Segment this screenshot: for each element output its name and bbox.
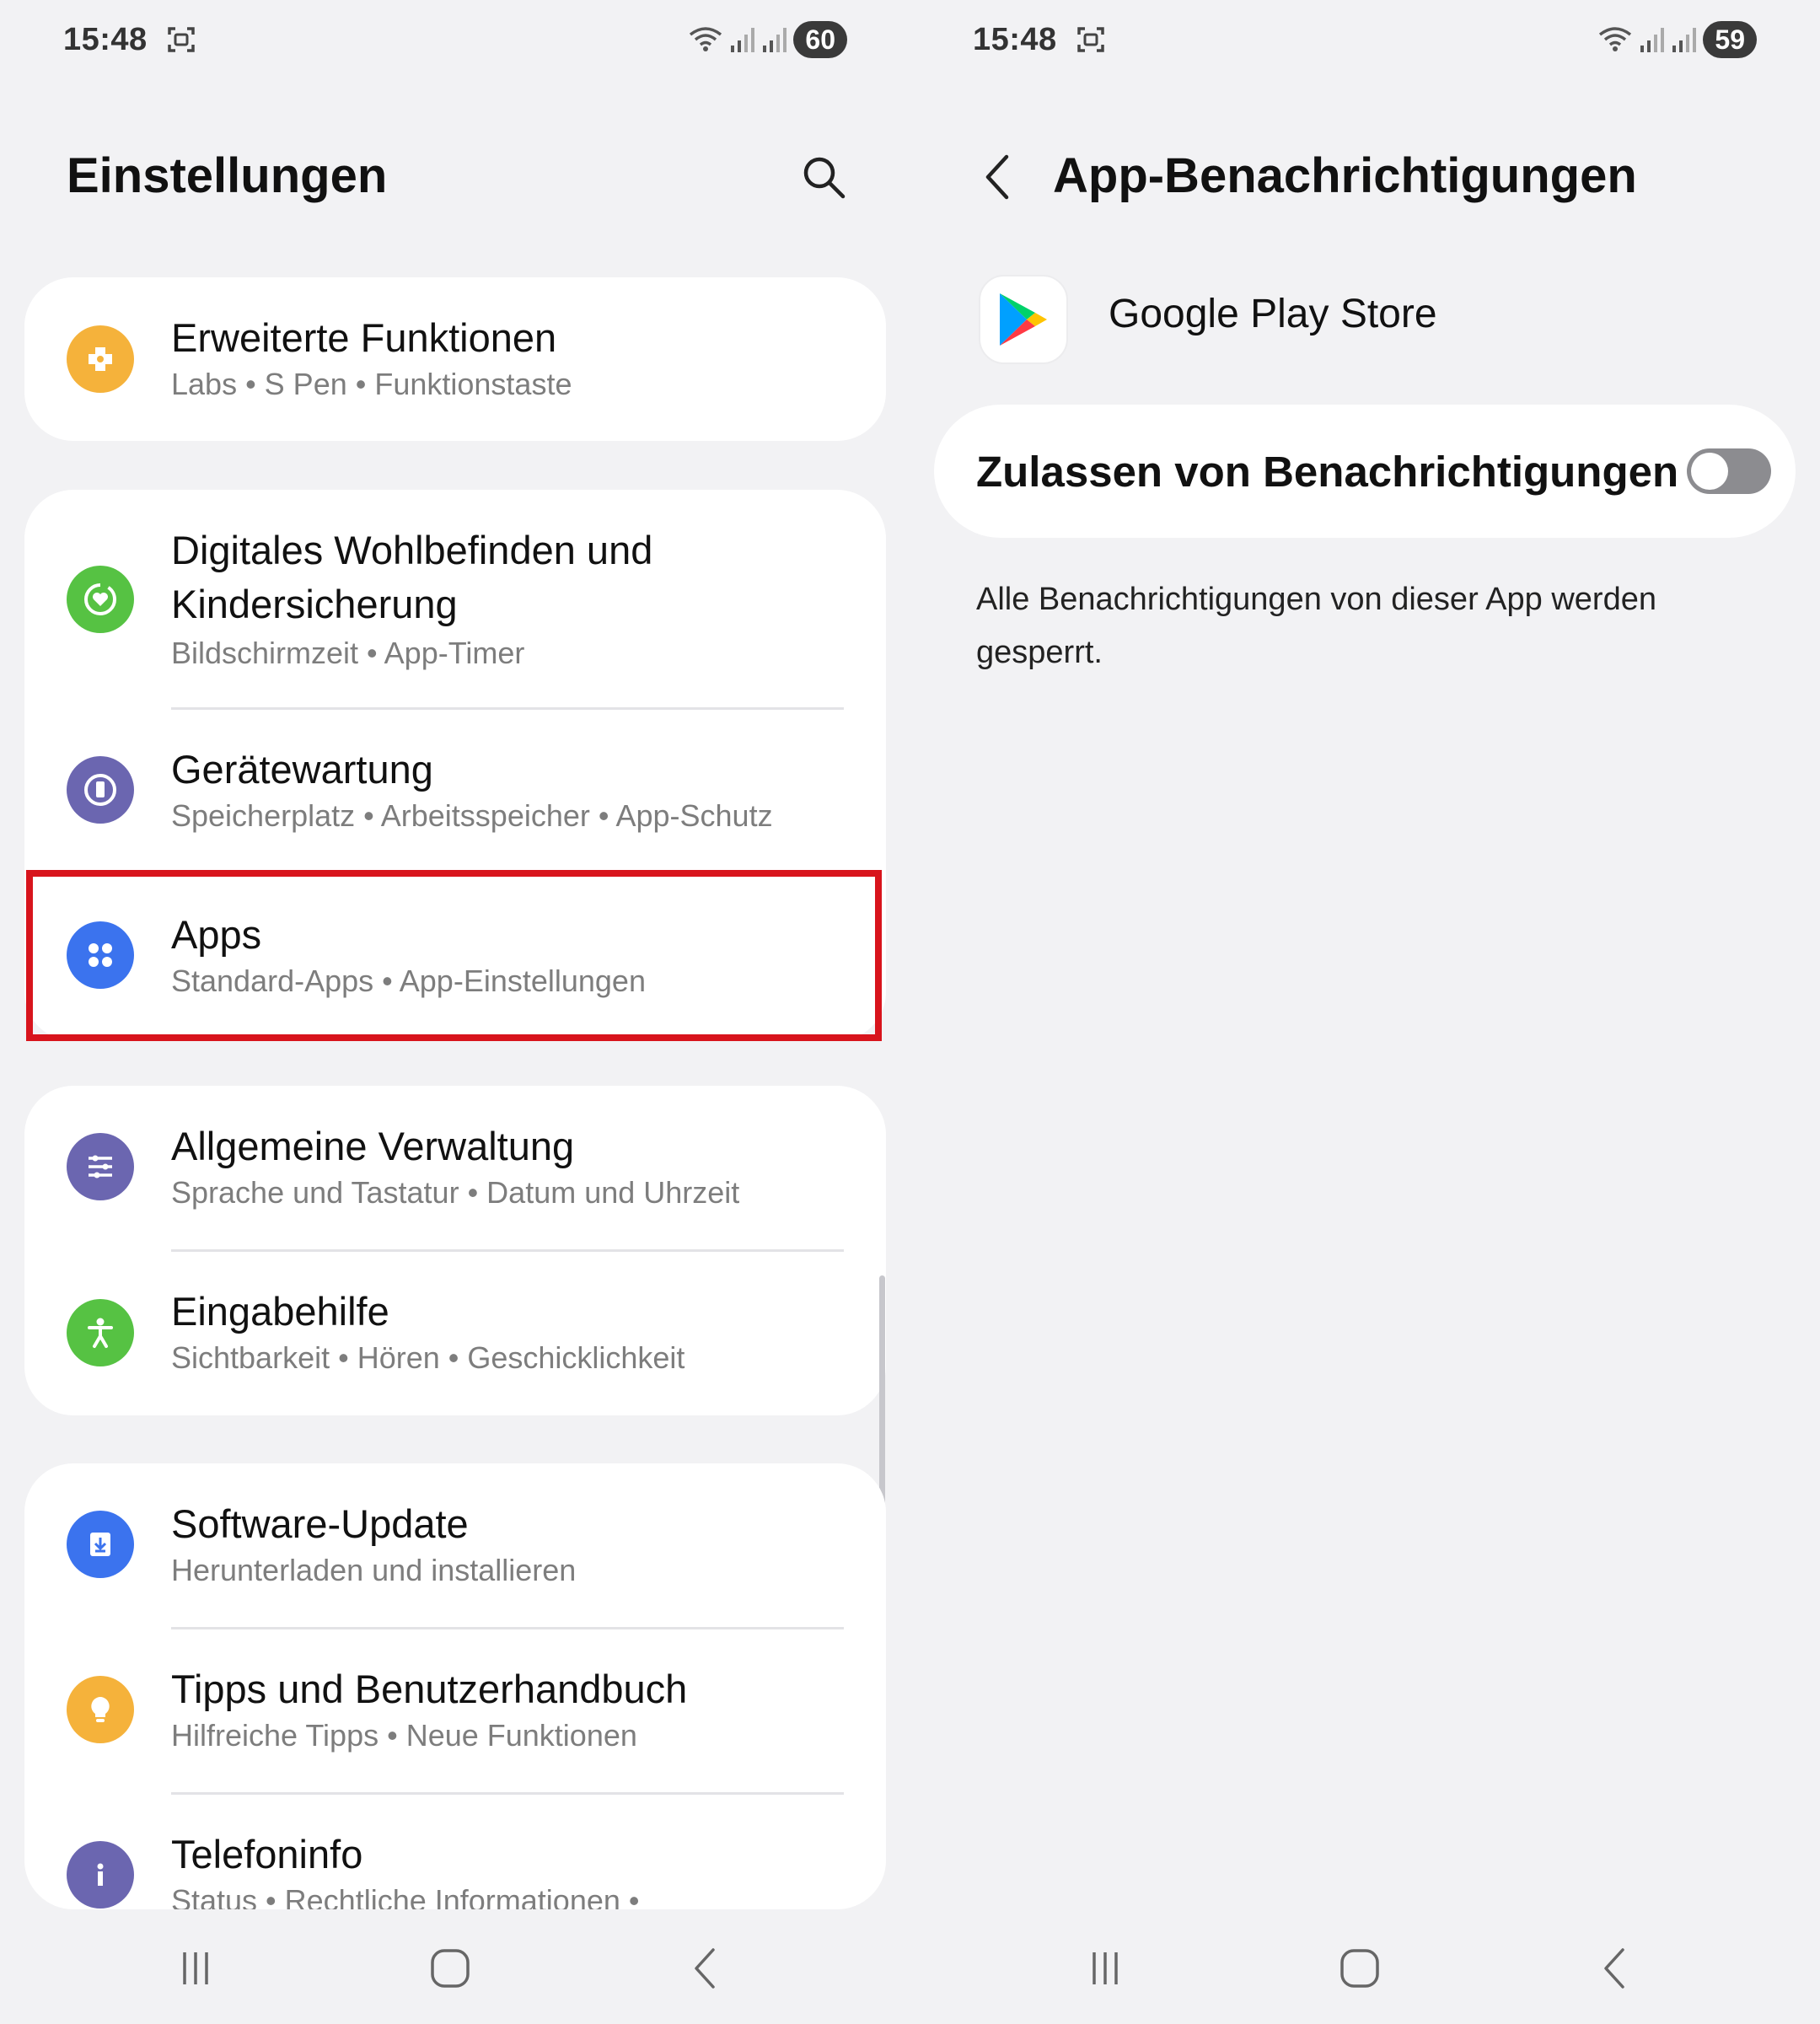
screenshot-icon	[167, 27, 195, 52]
item-subtitle: Hilfreiche Tipps • Neue Funktionen	[171, 1718, 637, 1753]
highlight-box	[26, 870, 882, 1041]
settings-screen: 15:48 60 Einstellungen Erweiterte Funkti…	[0, 0, 910, 2024]
item-title: Allgemeine Verwaltung	[171, 1124, 575, 1168]
back-nav-button[interactable]	[1581, 1935, 1648, 2002]
signal-icon	[1640, 28, 1665, 52]
settings-item-accessibility[interactable]: Eingabehilfe Sichtbarkeit • Hören • Gesc…	[24, 1251, 886, 1415]
home-button[interactable]	[416, 1935, 484, 2002]
accessibility-icon	[67, 1299, 134, 1366]
item-title: Gerätewartung	[171, 747, 433, 792]
item-subtitle: Speicherplatz • Arbeitsspeicher • App-Sc…	[171, 798, 773, 833]
navigation-bar	[910, 1935, 1820, 2002]
item-subtitle: Status • Rechtliche Informationen •	[171, 1883, 640, 1909]
signal-icon-2	[763, 28, 787, 52]
page-title: App-Benachrichtigungen	[1053, 148, 1637, 203]
status-bar: 15:48 59	[973, 19, 1786, 61]
item-title: Erweiterte Funktionen	[171, 315, 557, 360]
home-button[interactable]	[1326, 1935, 1393, 2002]
recents-icon	[1093, 1952, 1118, 1984]
wifi-icon	[1599, 27, 1632, 51]
device-care-icon	[67, 756, 134, 824]
notification-description: Alle Benachrichtigungen von dieser App w…	[976, 582, 1656, 670]
item-subtitle: Sprache und Tastatur • Datum und Uhrzeit	[171, 1175, 740, 1210]
item-title: Tipps und Benutzerhandbuch	[171, 1667, 688, 1711]
toggle-label: Zulassen von Benachrichtigungen	[976, 448, 1679, 496]
settings-item-advanced-features[interactable]: Erweiterte Funktionen Labs • S Pen • Fun…	[24, 277, 886, 441]
allow-notifications-row[interactable]: Zulassen von Benachrichtigungen	[934, 405, 1796, 538]
home-icon	[431, 1949, 470, 1988]
item-title: Telefoninfo	[171, 1832, 363, 1876]
settings-item-phone-info[interactable]: Telefoninfo Status • Rechtliche Informat…	[24, 1794, 886, 1909]
search-button[interactable]	[797, 150, 851, 204]
settings-group-3: Allgemeine Verwaltung Sprache und Tastat…	[24, 1086, 886, 1415]
recents-button[interactable]	[162, 1935, 229, 2002]
back-nav-button[interactable]	[671, 1935, 738, 2002]
page-title: Einstellungen	[67, 148, 388, 203]
app-notifications-screen: 15:48 59 App-Benachrichtigungen Google P…	[910, 0, 1820, 2024]
settings-item-software-update[interactable]: Software-Update Herunterladen und instal…	[24, 1463, 886, 1629]
search-icon	[803, 157, 846, 199]
digital-wellbeing-icon	[67, 566, 134, 633]
back-button[interactable]	[973, 148, 1023, 207]
settings-item-digital-wellbeing[interactable]: Digitales Wohlbefinden und Kindersicheru…	[24, 490, 886, 710]
settings-item-device-care[interactable]: Gerätewartung Speicherplatz • Arbeitsspe…	[24, 709, 886, 874]
back-nav-icon	[1604, 1948, 1624, 1989]
software-update-icon	[67, 1511, 134, 1578]
chevron-left-icon	[985, 154, 1009, 200]
general-management-icon	[67, 1133, 134, 1200]
settings-item-general-management[interactable]: Allgemeine Verwaltung Sprache und Tastat…	[24, 1086, 886, 1252]
settings-group-1: Erweiterte Funktionen Labs • S Pen • Fun…	[24, 277, 886, 441]
back-nav-icon	[695, 1948, 715, 1989]
settings-group-4: Software-Update Herunterladen und instal…	[24, 1463, 886, 1909]
item-title: Eingabehilfe	[171, 1289, 389, 1334]
allow-notifications-toggle[interactable]	[1687, 448, 1771, 494]
phone-info-icon	[67, 1841, 134, 1909]
home-icon	[1340, 1949, 1379, 1988]
battery-badge: 60	[793, 21, 847, 58]
item-subtitle: Herunterladen und installieren	[171, 1553, 577, 1587]
status-time: 15:48	[973, 21, 1057, 57]
app-name: Google Play Store	[1109, 292, 1437, 336]
screenshot-icon	[1076, 27, 1104, 52]
advanced-features-icon	[67, 325, 134, 393]
tips-icon	[67, 1676, 134, 1743]
status-bar: 15:48 60	[63, 19, 877, 61]
recents-icon	[183, 1952, 208, 1984]
toggle-knob	[1691, 453, 1728, 490]
status-time: 15:48	[63, 21, 148, 57]
item-subtitle: Sichtbarkeit • Hören • Geschicklichkeit	[171, 1340, 685, 1375]
battery-badge: 59	[1703, 21, 1757, 58]
wifi-icon	[690, 27, 722, 51]
item-subtitle: Bildschirmzeit • App-Timer	[171, 636, 525, 670]
item-title: Software-Update	[171, 1501, 469, 1546]
navigation-bar	[0, 1935, 910, 2002]
item-title: Digitales Wohlbefinden und Kindersicheru…	[171, 528, 653, 626]
recents-button[interactable]	[1071, 1935, 1139, 2002]
item-subtitle: Labs • S Pen • Funktionstaste	[171, 367, 572, 401]
google-play-icon	[979, 275, 1068, 364]
settings-item-tips[interactable]: Tipps und Benutzerhandbuch Hilfreiche Ti…	[24, 1629, 886, 1795]
signal-icon-2	[1672, 28, 1697, 52]
signal-icon	[731, 28, 755, 52]
